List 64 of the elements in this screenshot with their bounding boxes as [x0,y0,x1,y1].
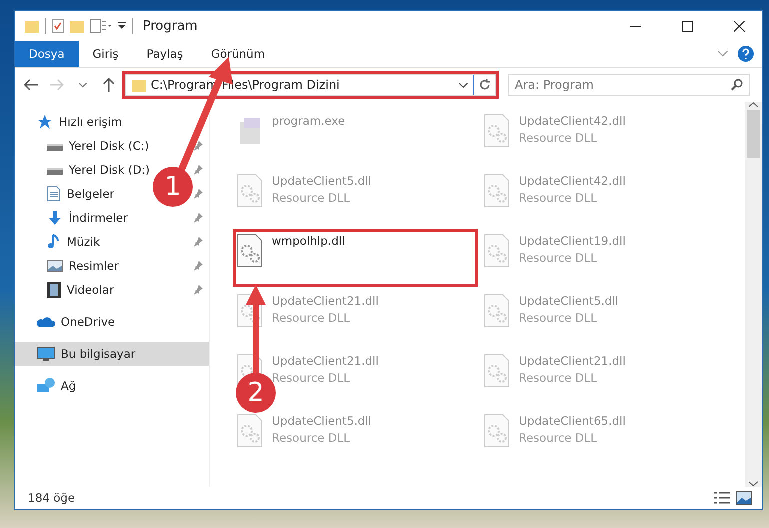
scrollbar-thumb[interactable] [747,110,760,158]
scroll-up-icon[interactable] [749,102,758,108]
gear-file-icon [483,294,511,328]
music-note-icon [47,234,61,250]
file-type: Resource DLL [519,251,598,265]
sidebar-item[interactable]: Ağ [15,374,80,398]
file-name[interactable]: wmpolhlp.dll [272,234,346,248]
document-icon [47,186,61,202]
sidebar-item[interactable]: Videolar [15,278,118,302]
gear-file-icon [483,354,511,388]
gear-file-icon [483,414,511,448]
gear-file-icon [236,414,264,448]
item-count: 184 öğe [28,491,76,505]
file-type: Resource DLL [519,311,598,325]
file-type: Resource DLL [519,191,598,205]
gear-file-icon [236,234,264,268]
cloud-icon [37,316,55,328]
film-icon [47,282,61,298]
close-icon[interactable] [734,20,744,32]
chevron-down-icon[interactable] [79,82,87,88]
search-field[interactable]: Ara: Program [508,74,750,96]
picture-icon [47,260,63,272]
file-type: Resource DLL [519,131,598,145]
folder-icon [25,19,39,33]
dropdown-icon[interactable] [118,22,126,30]
file-type: Resource DLL [272,431,352,445]
search-icon[interactable] [731,79,743,91]
refresh-icon[interactable] [478,79,490,91]
maximize-icon[interactable] [682,20,692,32]
star-icon [37,114,53,130]
checklist-icon[interactable] [52,19,64,33]
sidebar-item[interactable]: Belgeler [15,182,119,206]
sidebar-item[interactable]: Müzik [15,230,104,254]
folder-icon [132,78,146,92]
ribbon-tab[interactable]: Dosya [15,41,79,67]
help-icon[interactable] [738,46,754,62]
large-icons-view-icon[interactable] [736,491,752,505]
scrollbar[interactable] [745,102,762,487]
sidebar-item[interactable]: Yerel Disk (D:) [15,158,154,182]
gear-file-icon [236,174,264,208]
sidebar-item[interactable]: Hızlı erişim [15,110,126,134]
ribbon-tab[interactable]: Paylaş [132,41,198,67]
ribbon-tab[interactable]: Giriş [78,41,133,67]
file-type: Resource DLL [519,431,598,445]
monitor-icon [37,346,55,362]
file-type: Resource DLL [272,191,352,205]
file-type: Resource DLL [519,371,598,385]
gear-file-icon [483,174,511,208]
down-arrow-icon [47,210,63,226]
sidebar-item[interactable]: OneDrive [15,310,120,334]
chevron-down-icon[interactable] [459,82,468,88]
sidebar-item[interactable]: Yerel Disk (C:) [15,134,154,158]
gear-file-icon [483,234,511,268]
details-view-icon[interactable] [714,491,730,505]
file-type: Resource DLL [272,311,352,325]
ribbon-tab[interactable]: Görünüm [197,41,280,67]
step-number-badge: 1 [153,167,193,207]
sidebar-item[interactable]: İndirmeler [15,206,132,230]
gear-file-icon [483,114,511,148]
sidebar-item[interactable]: Bu bilgisayar [15,342,209,366]
window-title: Program [143,18,198,34]
scroll-down-icon[interactable] [749,481,758,487]
properties-icon[interactable] [90,19,112,33]
sidebar-item[interactable]: Resimler [15,254,123,278]
